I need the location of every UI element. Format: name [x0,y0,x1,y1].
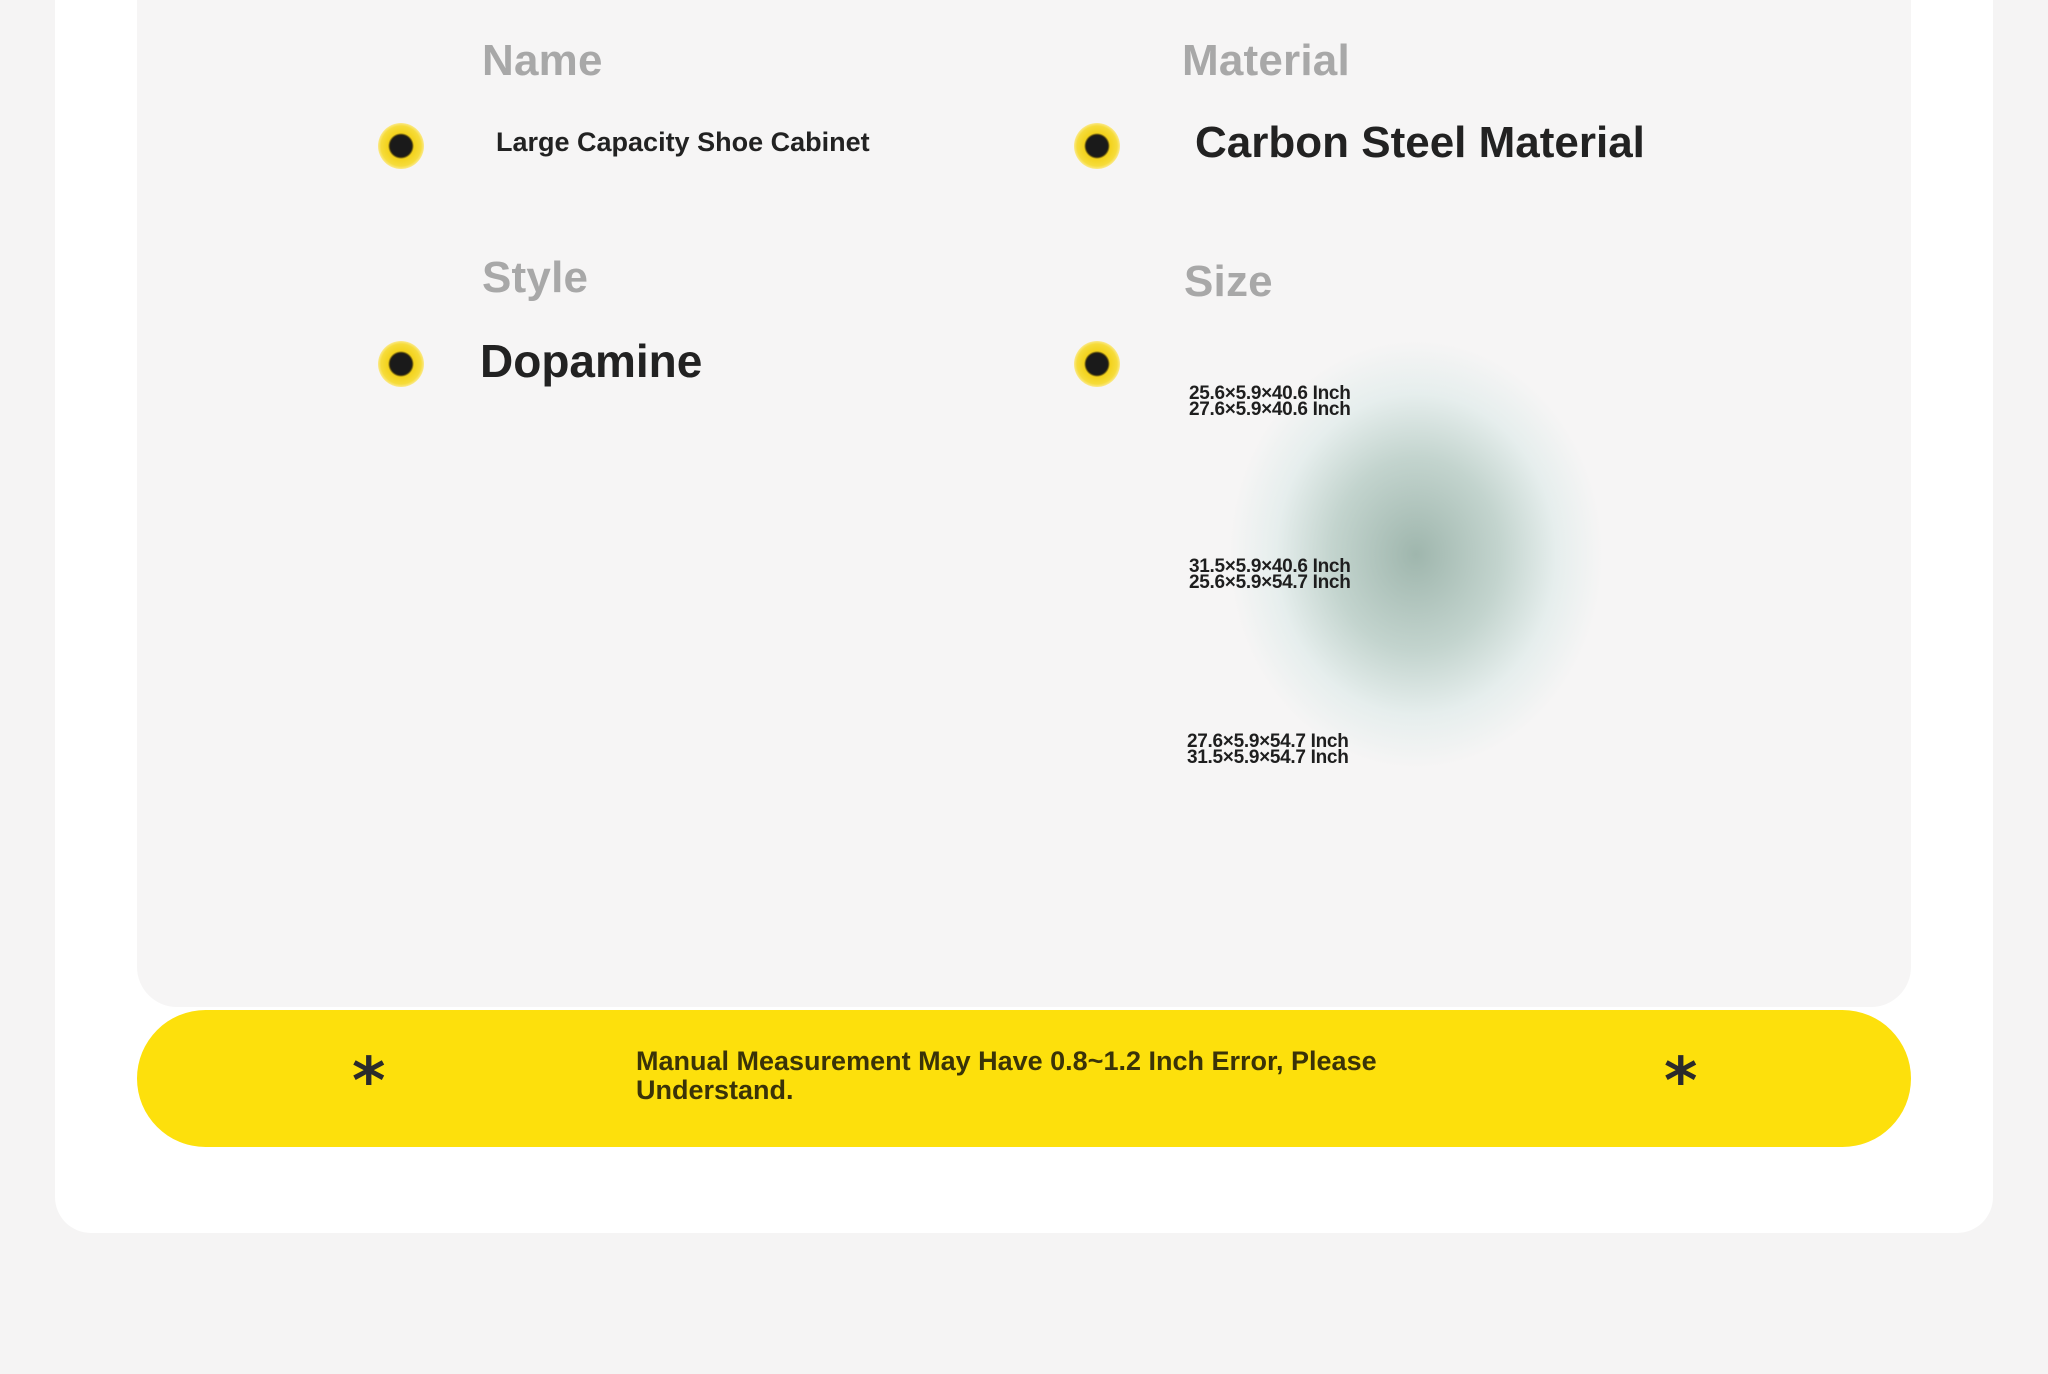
name-label: Name [482,36,603,85]
asterisk-icon-left: * [352,1045,386,1119]
name-value: Large Capacity Shoe Cabinet [496,127,870,157]
size-option: 25.6×5.9×54.7 Inch [1189,572,1351,593]
style-value: Dopamine [480,335,703,387]
size-option: 27.6×5.9×40.6 Inch [1189,399,1351,420]
size-label: Size [1184,257,1273,306]
material-bullet-icon [1074,123,1120,169]
style-bullet-icon [378,341,424,387]
name-bullet-icon [378,123,424,169]
material-label: Material [1182,36,1350,85]
asterisk-icon-right: * [1664,1045,1698,1119]
material-value: Carbon Steel Material [1195,118,1645,167]
measurement-notice-text: Manual Measurement May Have 0.8~1.2 Inch… [636,1046,1377,1105]
size-option: 31.5×5.9×54.7 Inch [1187,747,1349,768]
size-bullet-icon [1074,341,1120,387]
style-label: Style [482,253,589,302]
